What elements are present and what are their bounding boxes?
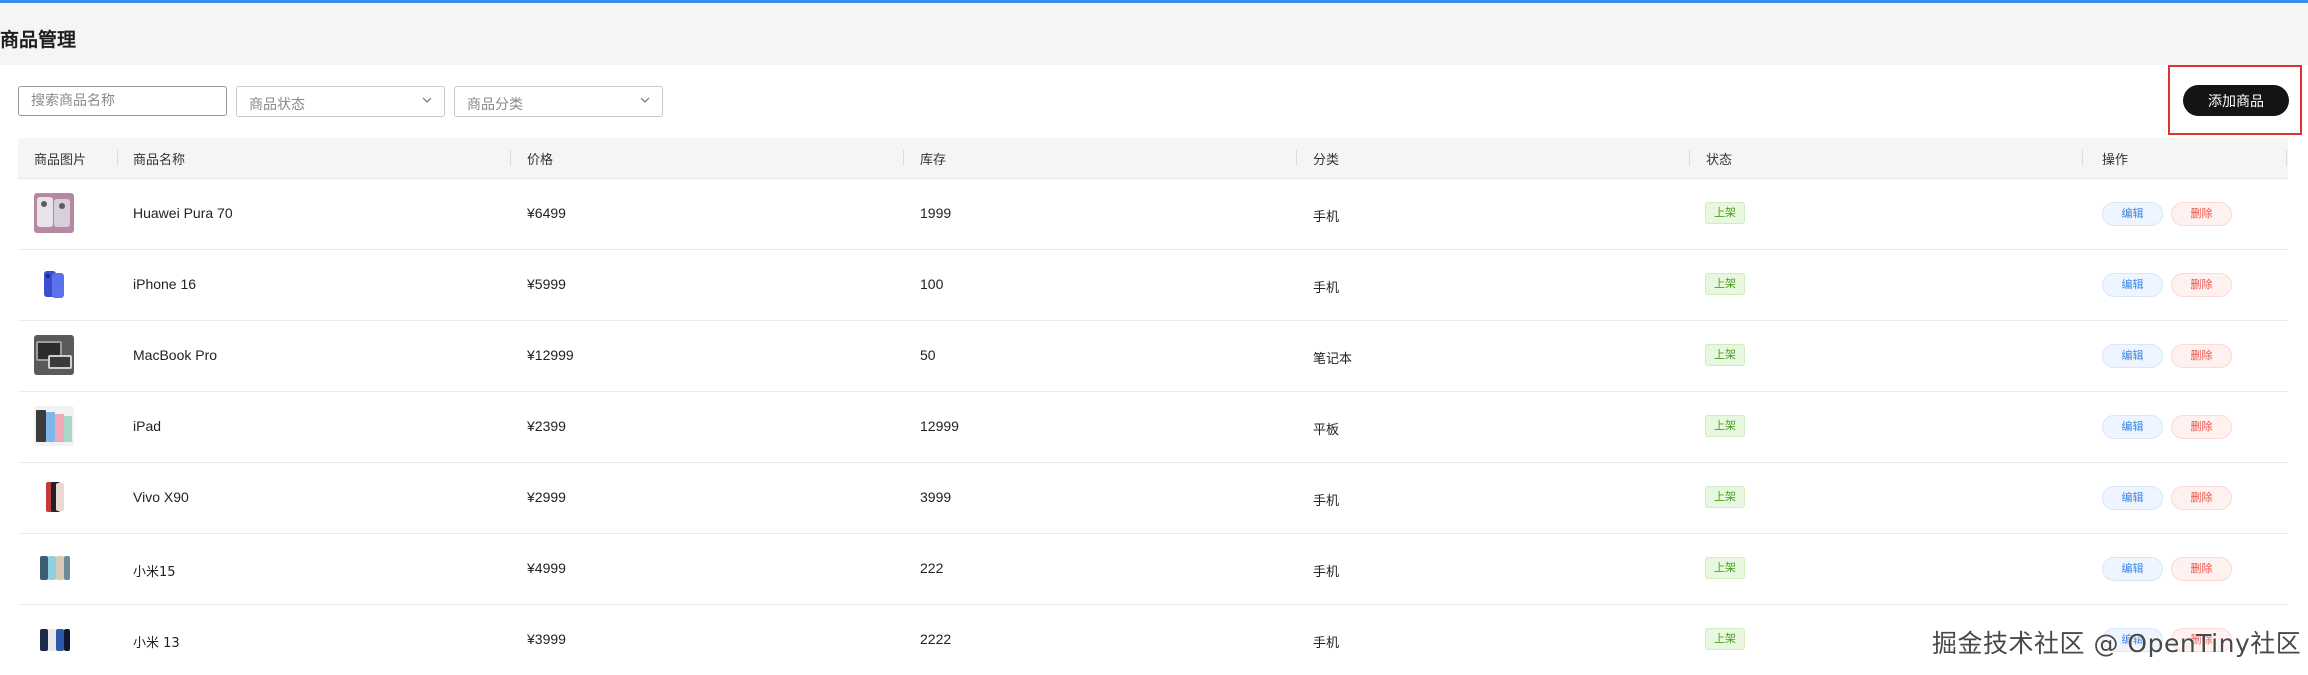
phone-product-image [34,193,74,233]
status-select[interactable]: 商品状态 [236,86,445,117]
status-badge: 上架 [1705,557,1745,579]
column-header-image: 商品图片 [34,153,87,168]
phone-product-image [34,619,74,659]
product-price: ¥6499 [527,205,566,221]
column-divider [903,150,904,166]
edit-button[interactable]: 编辑 [2102,202,2163,226]
column-divider [1296,150,1297,166]
laptop-product-image [34,335,74,375]
page-title: 商品管理 [0,29,77,51]
status-badge: 上架 [1705,273,1745,295]
product-stock: 12999 [920,418,959,434]
product-category: 平板 [1313,423,1340,438]
phone-product-image [34,477,74,517]
delete-button[interactable]: 删除 [2171,415,2232,439]
product-stock: 50 [920,347,936,363]
status-select-placeholder: 商品状态 [249,97,305,113]
product-price: ¥5999 [527,276,566,292]
status-badge: 上架 [1705,486,1745,508]
product-category: 手机 [1313,565,1340,580]
delete-button[interactable]: 删除 [2171,486,2232,510]
product-price: ¥12999 [527,347,574,363]
table-row: Huawei Pura 70 ¥6499 1999 手机 上架 编辑 删除 [18,179,2288,250]
product-category: 手机 [1313,494,1340,509]
product-name: MacBook Pro [133,347,218,363]
product-price: ¥4999 [527,560,566,576]
chevron-down-icon [422,97,432,103]
product-category: 手机 [1313,210,1340,225]
product-table: 商品图片 商品名称 价格 库存 分类 状态 操作 Huawei Pura 70 … [18,138,2288,675]
status-badge: 上架 [1705,628,1745,650]
product-name: iPad [133,418,162,434]
column-header-stock: 库存 [920,153,947,168]
column-divider [2082,150,2083,166]
edit-button[interactable]: 编辑 [2102,415,2163,439]
table-row: Vivo X90 ¥2999 3999 手机 上架 编辑 删除 [18,463,2288,534]
product-stock: 100 [920,276,944,292]
product-name: 小米15 [133,565,176,580]
table-row: 小米15 ¥4999 222 手机 上架 编辑 删除 [18,534,2288,605]
product-name: iPhone 16 [133,276,197,292]
product-price: ¥2999 [527,489,566,505]
add-button-highlight: 添加商品 [2168,65,2302,135]
column-header-status: 状态 [1706,153,1733,168]
product-name: 小米 13 [133,636,180,651]
search-input[interactable] [18,86,227,116]
table-row: iPad ¥2399 12999 平板 上架 编辑 删除 [18,392,2288,463]
table-row: iPhone 16 ¥5999 100 手机 上架 编辑 删除 [18,250,2288,321]
product-category: 手机 [1313,281,1340,296]
product-category: 手机 [1313,636,1340,651]
category-select-placeholder: 商品分类 [467,97,523,113]
column-header-price: 价格 [527,153,554,168]
product-stock: 222 [920,560,944,576]
status-badge: 上架 [1705,344,1745,366]
chevron-down-icon [640,97,650,103]
status-badge: 上架 [1705,415,1745,437]
product-name: Huawei Pura 70 [133,205,233,221]
page-header: 商品管理 [0,3,2308,65]
category-select[interactable]: 商品分类 [454,86,663,117]
table-header: 商品图片 商品名称 价格 库存 分类 状态 操作 [18,138,2288,179]
column-header-category: 分类 [1313,153,1340,168]
delete-button[interactable]: 删除 [2171,202,2232,226]
edit-button[interactable]: 编辑 [2102,486,2163,510]
table-row: MacBook Pro ¥12999 50 笔记本 上架 编辑 删除 [18,321,2288,392]
tablet-product-image [34,406,74,446]
column-divider [117,150,118,166]
status-badge: 上架 [1705,202,1745,224]
column-header-name: 商品名称 [133,153,186,168]
add-product-button[interactable]: 添加商品 [2183,85,2289,116]
product-stock: 2222 [920,631,952,647]
product-category: 笔记本 [1313,352,1353,367]
product-stock: 1999 [920,205,952,221]
column-divider [1689,150,1690,166]
edit-button[interactable]: 编辑 [2102,273,2163,297]
edit-button[interactable]: 编辑 [2102,344,2163,368]
phone-product-image [34,264,74,304]
column-header-actions: 操作 [2102,153,2129,168]
delete-button[interactable]: 删除 [2171,557,2232,581]
column-divider [510,150,511,166]
product-name: Vivo X90 [133,489,189,505]
watermark: 掘金技术社区 @ OpenTiny社区 [1932,629,2302,658]
delete-button[interactable]: 删除 [2171,344,2232,368]
product-stock: 3999 [920,489,952,505]
column-divider [2286,150,2287,166]
product-price: ¥3999 [527,631,566,647]
delete-button[interactable]: 删除 [2171,273,2232,297]
edit-button[interactable]: 编辑 [2102,557,2163,581]
product-price: ¥2399 [527,418,566,434]
phone-product-image [34,548,74,588]
